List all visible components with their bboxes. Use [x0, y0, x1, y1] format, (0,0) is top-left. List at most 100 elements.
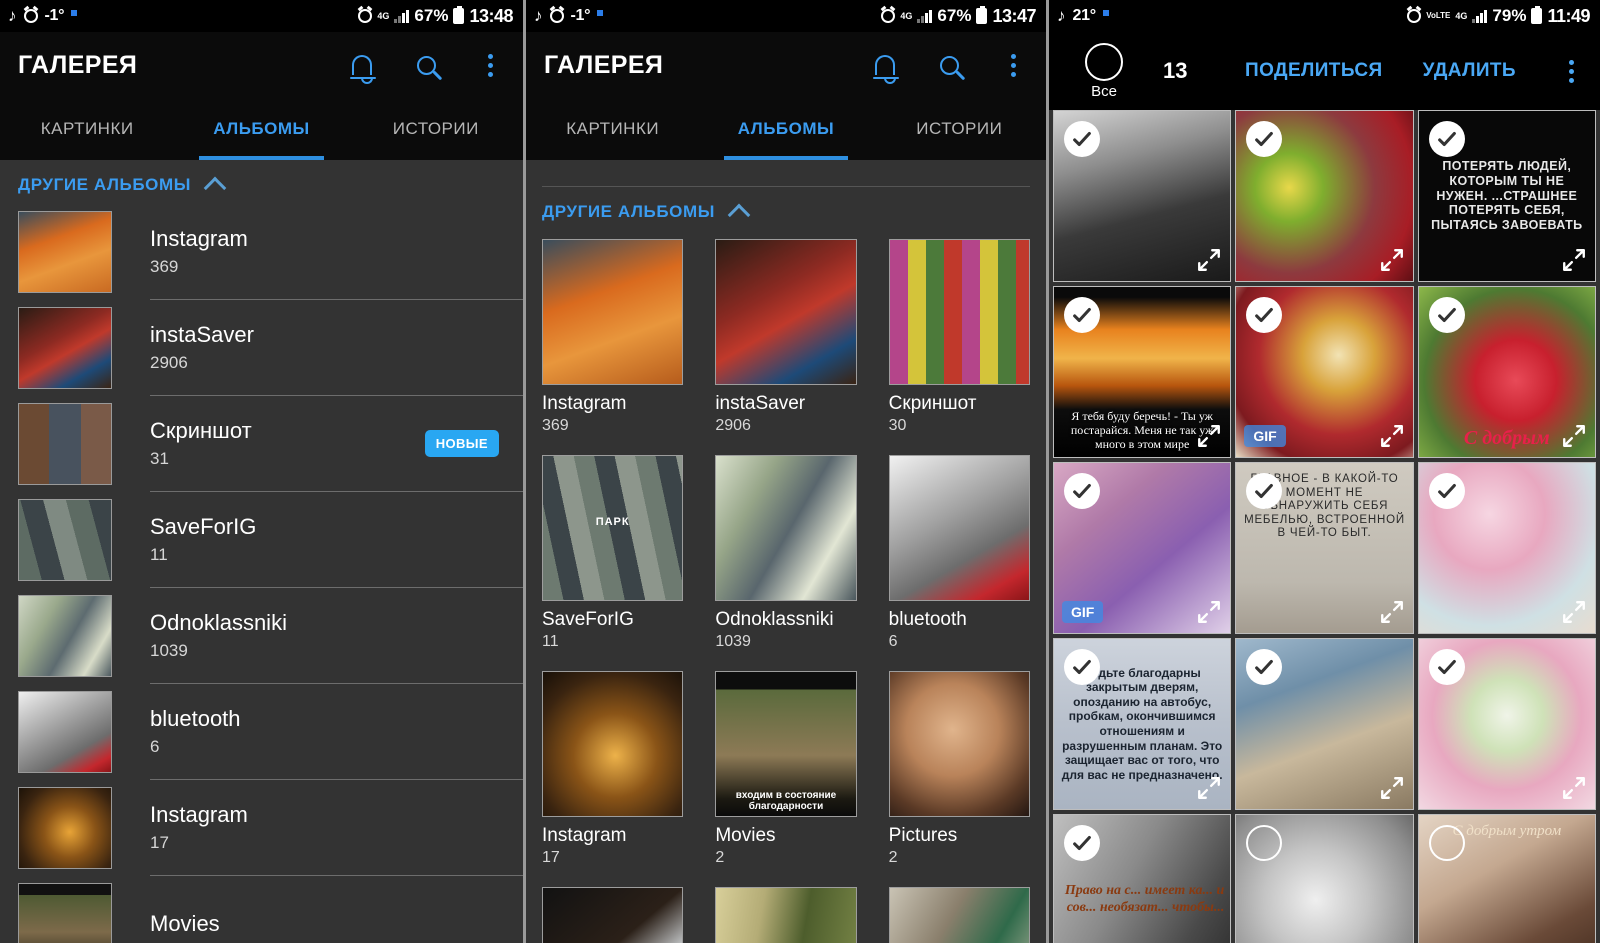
photo-tile[interactable]: С добрым утром	[1417, 814, 1596, 943]
circle-unchecked-icon[interactable]	[1085, 42, 1123, 81]
expand-icon[interactable]	[1561, 247, 1587, 273]
circle-unchecked-icon[interactable]	[1428, 825, 1465, 861]
album-count: 31	[150, 448, 169, 468]
list-item[interactable]: bluetooth 6	[18, 684, 523, 780]
volte-label: VoLTE	[1426, 11, 1451, 20]
list-item[interactable]: Скриншот 31 НОВЫЕ	[18, 396, 523, 492]
tab-stories[interactable]: ИСТОРИИ	[873, 98, 1046, 160]
album-count: 2906	[715, 417, 751, 434]
photo-tile[interactable]	[1417, 638, 1596, 810]
expand-icon[interactable]	[1379, 247, 1405, 273]
tab-stories[interactable]: ИСТОРИИ	[349, 98, 523, 160]
grid-item[interactable]: Instagram 17	[542, 671, 684, 867]
album-thumbnail	[888, 239, 1030, 385]
status-temperature: 21°	[1072, 7, 1097, 24]
expand-icon[interactable]	[1561, 599, 1587, 625]
expand-icon[interactable]	[1561, 423, 1587, 449]
album-name: Instagram	[542, 825, 627, 846]
share-button[interactable]: ПОДЕЛИТЬСЯ	[1245, 60, 1383, 82]
photo-tile[interactable]: С добрым	[1417, 286, 1596, 458]
expand-icon[interactable]	[1196, 247, 1222, 273]
photo-tile[interactable]	[1235, 110, 1414, 282]
bell-icon[interactable]	[347, 50, 377, 84]
album-name: Instagram	[542, 393, 627, 414]
album-thumbnail	[18, 499, 112, 581]
grid-item[interactable]: instaSaver 2906	[715, 239, 857, 435]
album-thumbnail	[542, 239, 684, 385]
select-all-button[interactable]: Все	[1063, 42, 1145, 100]
photo-tile[interactable]	[1235, 638, 1414, 810]
section-label: ДРУГИЕ АЛЬБОМЫ	[18, 175, 191, 194]
search-icon[interactable]	[934, 50, 964, 80]
checkmark-icon[interactable]	[1064, 649, 1100, 685]
album-count: 6	[888, 633, 898, 650]
chevron-up-icon[interactable]	[203, 176, 227, 200]
chevron-up-icon[interactable]	[727, 203, 751, 227]
app-bar: ГАЛЕРЕЯ	[526, 32, 1046, 98]
grid-item[interactable]: Pictures 2	[888, 671, 1030, 867]
tab-albums[interactable]: АЛЬБОМЫ	[174, 98, 348, 160]
photo-tile[interactable]	[1417, 462, 1596, 634]
grid-item[interactable]: Odnoklassniki 1039	[715, 455, 857, 651]
photo-grid: ПОТЕРЯТЬ ЛЮДЕЙ, КОТОРЫМ ТЫ НЕ НУЖЕН. ...…	[1049, 110, 1600, 943]
expand-icon[interactable]	[1379, 775, 1405, 801]
list-item[interactable]: Instagram 17	[18, 780, 523, 876]
checkmark-icon[interactable]	[1428, 297, 1465, 333]
music-note-icon: ♪	[534, 6, 543, 25]
grid-item[interactable]	[542, 887, 684, 943]
checkmark-icon[interactable]	[1064, 121, 1100, 157]
list-item[interactable]: instaSaver 2906	[18, 300, 523, 396]
grid-item[interactable]: bluetooth 6	[888, 455, 1030, 651]
section-other-albums[interactable]: ДРУГИЕ АЛЬБОМЫ	[542, 187, 1030, 227]
grid-item[interactable]	[888, 887, 1030, 943]
checkmark-icon[interactable]	[1428, 649, 1465, 685]
album-thumbnail	[542, 887, 684, 943]
album-name: bluetooth	[888, 609, 967, 630]
kebab-menu-icon[interactable]	[475, 50, 505, 80]
grid-item[interactable]: Instagram 369	[542, 239, 684, 435]
album-thumbnail	[18, 595, 112, 677]
checkmark-icon[interactable]	[1064, 297, 1100, 333]
list-item[interactable]: Odnoklassniki 1039	[18, 588, 523, 684]
checkmark-icon[interactable]	[1064, 825, 1100, 861]
grid-item[interactable]: Скриншот 30	[888, 239, 1030, 435]
photo-tile[interactable]: ГЛАВНОЕ - В КАКОЙ-ТО МОМЕНТ НЕ ОБНАРУЖИТ…	[1235, 462, 1414, 634]
expand-icon[interactable]	[1196, 423, 1222, 449]
photo-tile[interactable]: Будьте благодарны закрытым дверям, опозд…	[1053, 638, 1232, 810]
kebab-menu-icon[interactable]	[1556, 56, 1586, 86]
section-other-albums[interactable]: ДРУГИЕ АЛЬБОМЫ	[0, 160, 523, 204]
list-item[interactable]: Instagram 369	[18, 204, 523, 300]
grid-item[interactable]	[715, 887, 857, 943]
album-name: instaSaver	[715, 393, 806, 414]
photo-tile[interactable]: GIF	[1235, 286, 1414, 458]
expand-icon[interactable]	[1379, 599, 1405, 625]
photo-tile[interactable]: ПОТЕРЯТЬ ЛЮДЕЙ, КОТОРЫМ ТЫ НЕ НУЖЕН. ...…	[1417, 110, 1596, 282]
delete-button[interactable]: УДАЛИТЬ	[1423, 60, 1516, 82]
tab-pictures[interactable]: КАРТИНКИ	[0, 98, 174, 160]
album-thumbnail	[715, 887, 857, 943]
tab-albums[interactable]: АЛЬБОМЫ	[699, 98, 872, 160]
search-icon[interactable]	[411, 50, 441, 80]
expand-icon[interactable]	[1196, 599, 1222, 625]
battery-icon	[1531, 6, 1543, 24]
tab-pictures[interactable]: КАРТИНКИ	[526, 98, 699, 160]
expand-icon[interactable]	[1379, 423, 1405, 449]
checkmark-icon[interactable]	[1064, 473, 1100, 509]
gif-badge: GIF	[1244, 425, 1286, 447]
list-item[interactable]: SaveForIG 11	[18, 492, 523, 588]
list-item[interactable]: Movies	[18, 876, 523, 943]
kebab-menu-icon[interactable]	[998, 50, 1028, 80]
photo-tile[interactable]: Право на с... имеет ка... и сов... необя…	[1053, 814, 1232, 943]
checkmark-icon[interactable]	[1428, 473, 1465, 509]
expand-icon[interactable]	[1196, 775, 1222, 801]
photo-tile[interactable]: Я тебя буду беречь! - Ты уж постарайся. …	[1053, 286, 1232, 458]
checkmark-icon[interactable]	[1428, 121, 1465, 157]
photo-tile[interactable]: GIF	[1053, 462, 1232, 634]
expand-icon[interactable]	[1561, 775, 1587, 801]
grid-item[interactable]: ПАРК SaveForIG 11	[542, 455, 684, 651]
grid-item[interactable]: входим в состояние благодарности Movies …	[715, 671, 857, 867]
photo-tile[interactable]	[1235, 814, 1414, 943]
photo-tile[interactable]	[1053, 110, 1232, 282]
album-thumbnail: ПАРК	[542, 455, 684, 601]
bell-icon[interactable]	[870, 50, 900, 84]
